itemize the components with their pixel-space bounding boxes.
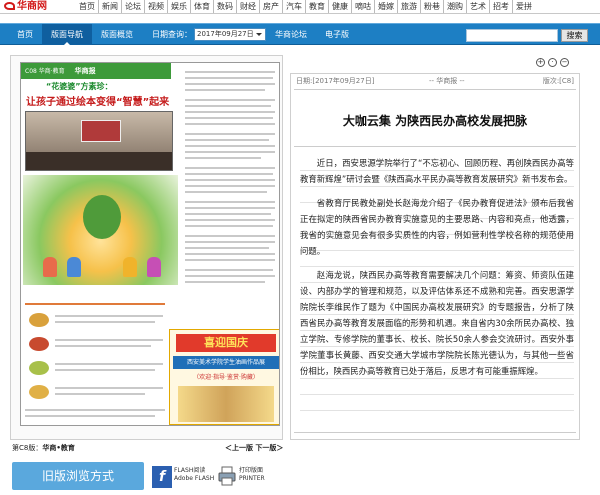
flash-label-1: FLASH阅读 [174,467,206,474]
top-nav-item[interactable]: 视频 [145,0,168,13]
headline-big: 让孩子通过绘本变得“智慧”起来 [26,97,170,108]
old-version-button[interactable]: 旧版浏览方式 [12,462,144,490]
date-select[interactable]: 2017年09月27日 [194,28,266,41]
article-paragraph: 近日，西安思源学院举行了“不忘初心、回顾历程、再创陕西民办高等教育新辉煌”研讨会… [300,158,574,184]
zoom-in-icon[interactable]: + [536,58,545,67]
nav-page-overview[interactable]: 版面概览 [92,24,142,45]
newspaper-masthead: C08 华商·教育 华商报 [21,63,171,79]
top-nav-item[interactable]: 财经 [237,0,260,13]
logo-swirl-icon [4,2,15,10]
headline-small: “花婆婆”方素珍： [46,82,113,91]
search-input[interactable] [466,29,558,42]
article-date: 日期:[2017年09月27日] [296,77,375,85]
print-page-link[interactable]: 打印版面 PRINTER [239,467,265,483]
ad-note: （欢迎·指导·鉴赏·购藏） [193,374,259,381]
top-nav-item[interactable]: 数码 [214,0,237,13]
flash-icon[interactable]: f [152,466,172,488]
main-nav-bar: 首页 版面导航 版面概览 日期查询： 2017年09月27日 华商论坛 电子版 … [0,23,600,46]
top-nav-item[interactable]: 教育 [306,0,329,13]
page-label-prefix: 第C8版： [12,444,43,452]
zoom-out-icon[interactable]: − [560,58,569,67]
top-nav: 首页 新闻 论坛 视频 娱乐 体育 数码 财经 房产 汽车 教育 健康 嘀咕 婚… [76,0,535,13]
newspaper-headline: “花婆婆”方素珍： 让孩子通过绘本变得“智慧”起来 [24,79,176,109]
flash-label-2: Adobe FLASH [174,475,215,482]
printer-icon[interactable] [218,466,236,486]
print-label-2: PRINTER [239,475,265,482]
top-nav-item[interactable]: 潮购 [444,0,467,13]
top-nav-item[interactable]: 旅游 [398,0,421,13]
top-nav-item[interactable]: 招考 [490,0,513,13]
top-nav-item[interactable]: 娱乐 [168,0,191,13]
top-nav-item[interactable]: 体育 [191,0,214,13]
newspaper-ad: 喜迎国庆 西安美术学院学生油画作品展 （欢迎·指导·鉴赏·购藏） [169,329,279,425]
page-label: 第C8版：华商•教育 [12,443,75,453]
article-title: 大咖云集 为陕西民办高校发展把脉 [342,114,528,128]
ad-title: 喜迎国庆 [176,334,276,352]
top-nav-item[interactable]: 艺术 [467,0,490,13]
newspaper-food-column [23,297,167,425]
article-page: 版次:[C8] [542,77,574,85]
top-bar: 华商网 首页 新闻 论坛 视频 娱乐 体育 数码 财经 房产 汽车 教育 健康 … [0,0,600,14]
view-controls: + · − [533,58,569,67]
article-body: 近日，西安思源学院举行了“不忘初心、回顾历程、再创陕西民办高等教育新辉煌”研讨会… [300,155,574,425]
date-query-label: 日期查询： [152,30,192,39]
article-meta: 日期:[2017年09月27日] -- 华商报 -- 版次:[C8] [296,76,576,88]
masthead-logo: 华商报 [74,67,96,75]
newspaper-illustration [23,175,178,285]
search-button[interactable]: 搜索 [561,29,588,42]
top-nav-item[interactable]: 首页 [76,0,99,13]
masthead-section: C08 华商·教育 [25,68,65,75]
top-nav-item[interactable]: 健康 [329,0,352,13]
top-nav-item[interactable]: 婚嫁 [375,0,398,13]
article-paragraph: 省教育厅民教处副处长赵海龙介绍了《民办教育促进法》颁布后我省正在拟定的陕西省民办… [300,198,574,256]
article-paragraph: 赵海龙说，陕西民办高等教育需要解决几个问题：筹资、师资队伍建设、内部办学的管理和… [300,270,574,376]
page-prev-next[interactable]: ＜上一版 下一版＞ [225,443,283,453]
top-nav-item[interactable]: 汽车 [283,0,306,13]
newspaper-page-image[interactable]: C08 华商·教育 华商报 “花婆婆”方素珍： 让孩子通过绘本变得“智慧”起来 [20,62,280,426]
divider [294,432,576,433]
top-nav-item[interactable]: 新闻 [99,0,122,13]
newspaper-text-columns [181,63,279,293]
top-nav-item[interactable]: 爱拼 [513,0,535,13]
article-source: -- 华商报 -- [429,77,465,85]
reset-icon[interactable]: · [548,58,557,67]
flash-reading-link[interactable]: FLASH阅读 Adobe FLASH [174,467,214,483]
top-nav-item[interactable]: 论坛 [122,0,145,13]
top-nav-item[interactable]: 嘀咕 [352,0,375,13]
ad-subtitle: 西安美术学院学生油画作品展 [173,356,279,369]
top-nav-item[interactable]: 房产 [260,0,283,13]
print-label-1: 打印版面 [239,467,264,474]
nav-e-paper[interactable]: 电子版 [316,24,358,45]
logo-text: 华商网 [17,1,47,12]
page-label-name[interactable]: 华商•教育 [42,444,74,452]
nav-home[interactable]: 首页 [8,24,42,45]
nav-forum[interactable]: 华商论坛 [266,24,316,45]
main-nav: 首页 版面导航 版面概览 日期查询： 2017年09月27日 华商论坛 电子版 [8,24,358,46]
site-logo[interactable]: 华商网 [4,0,66,13]
divider [294,146,576,147]
nav-page-guide[interactable]: 版面导航 [42,24,92,46]
top-nav-item[interactable]: 粉巷 [421,0,444,13]
newspaper-photo [25,111,173,171]
divider [294,89,576,90]
